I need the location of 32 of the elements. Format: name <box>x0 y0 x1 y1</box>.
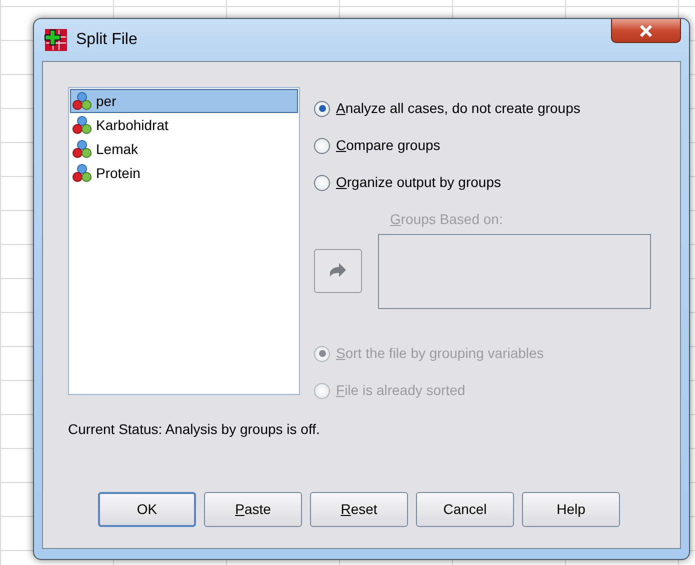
dialog-button[interactable]: OK <box>98 492 196 527</box>
variable-icon <box>72 115 92 135</box>
groups-list[interactable] <box>378 234 651 309</box>
window-title: Split File <box>76 30 138 50</box>
radio-button[interactable] <box>314 100 330 116</box>
variable-item[interactable]: Karbohidrat <box>70 113 298 137</box>
dialog-button[interactable]: Paste <box>204 492 302 527</box>
variable-icon <box>72 139 92 159</box>
radio-option[interactable]: Organize output by groups <box>314 164 651 201</box>
radio-option[interactable]: Analyze all cases, do not create groups <box>314 90 651 127</box>
variable-item[interactable]: per <box>70 89 298 113</box>
radio-option[interactable]: Compare groups <box>314 127 651 164</box>
variable-icon <box>72 91 92 111</box>
groups-based-on-label: Groups Based on: <box>390 210 504 229</box>
variable-icon <box>72 163 92 183</box>
arrow-icon <box>329 263 347 279</box>
close-button[interactable] <box>611 19 681 43</box>
option-label: File is already sorted <box>336 381 466 400</box>
option-label: Analyze all cases, do not create groups <box>336 99 580 118</box>
variable-item[interactable]: Lemak <box>70 137 298 161</box>
option-label: Sort the file by grouping variables <box>336 344 544 363</box>
radio-button[interactable] <box>314 174 330 190</box>
close-icon <box>639 24 653 36</box>
status-text: Current Status: Analysis by groups is off. <box>68 420 321 439</box>
dialog-button[interactable]: Help <box>522 492 620 527</box>
radio-button[interactable] <box>314 138 330 154</box>
variable-item[interactable]: Protein <box>70 161 298 185</box>
dialog-button[interactable]: Cancel <box>416 492 514 527</box>
app-icon <box>44 28 68 52</box>
option-label: Organize output by groups <box>336 173 501 192</box>
option-label: Compare groups <box>336 136 440 155</box>
dialog-button[interactable]: Reset <box>310 492 408 527</box>
